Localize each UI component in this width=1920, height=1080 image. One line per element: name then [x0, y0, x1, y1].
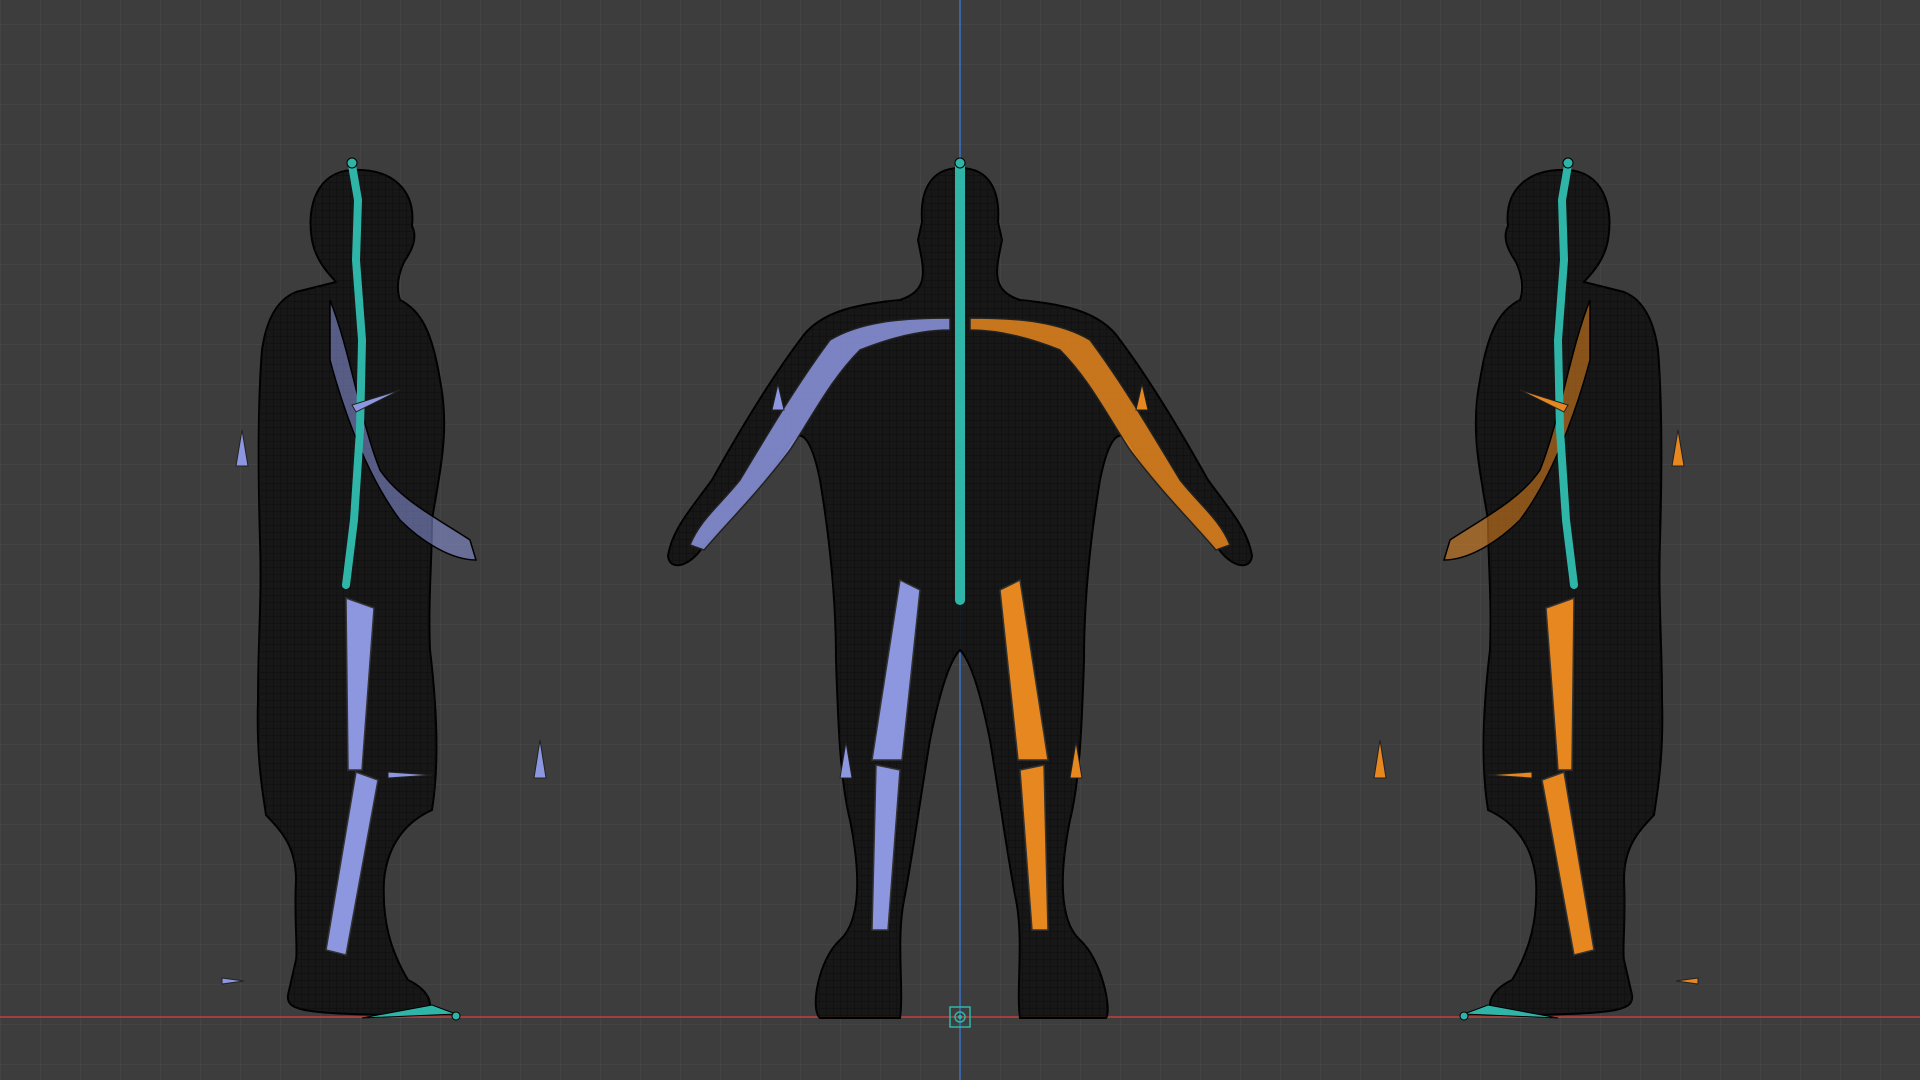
head-bone-tip-left[interactable]: [346, 157, 358, 169]
head-bone-tip-right[interactable]: [1562, 157, 1574, 169]
3d-viewport[interactable]: [0, 0, 1920, 1080]
foot-bone-tip-right[interactable]: [1459, 1011, 1469, 1021]
foot-bone-tip-left[interactable]: [451, 1011, 461, 1021]
head-bone-tip-front[interactable]: [954, 157, 966, 169]
